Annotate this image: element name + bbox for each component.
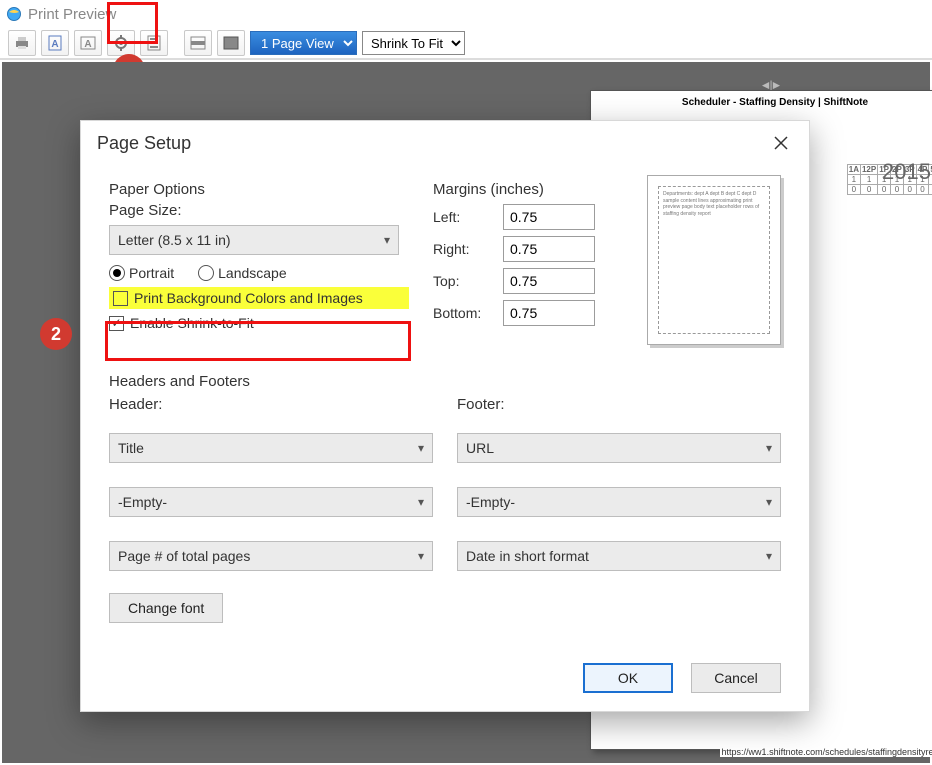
dialog-close-button[interactable] [769, 131, 793, 155]
landscape-radio[interactable]: Landscape [198, 265, 287, 281]
svg-text:A: A [51, 39, 58, 50]
header-1-select[interactable]: Title▾ [109, 433, 433, 463]
margin-top-label: Top: [433, 273, 493, 289]
margin-right-input[interactable] [503, 236, 595, 262]
headers-footers-label: Headers and Footers [109, 373, 781, 390]
header-3-select[interactable]: Page # of total pages▾ [109, 541, 433, 571]
chevron-down-icon: ▾ [766, 441, 772, 455]
svg-text:A: A [84, 39, 91, 50]
ie-icon [6, 6, 22, 22]
fullpage-icon [223, 36, 239, 50]
full-width-button[interactable] [184, 30, 212, 56]
preview-header: Scheduler - Staffing Density | ShiftNote [591, 91, 932, 114]
page-view-select[interactable]: 1 Page View [250, 31, 357, 55]
footer-label: Footer: [457, 396, 781, 413]
page-size-select[interactable]: Letter (8.5 x 11 in) ▾ [109, 225, 399, 255]
margin-left-input[interactable] [503, 204, 595, 230]
ok-button[interactable]: OK [583, 663, 673, 693]
portrait-button[interactable]: A [41, 30, 69, 56]
change-font-button[interactable]: Change font [109, 593, 223, 623]
margin-left-label: Left: [433, 209, 493, 225]
print-button[interactable] [8, 30, 36, 56]
callout-box-1 [107, 2, 158, 44]
full-page-button[interactable] [217, 30, 245, 56]
chevron-down-icon: ▾ [418, 549, 424, 563]
preview-footer-url: https://ww1.shiftnote.com/schedules/staf… [720, 747, 932, 757]
paper-options-label: Paper Options [109, 181, 409, 198]
callout-badge-2: 2 [40, 318, 72, 350]
print-bg-row: Print Background Colors and Images [109, 287, 409, 309]
header-label: Header: [109, 396, 433, 413]
preview-year: 2015 [882, 159, 931, 185]
chevron-down-icon: ▾ [766, 549, 772, 563]
footer-3-select[interactable]: Date in short format▾ [457, 541, 781, 571]
margin-bottom-input[interactable] [503, 300, 595, 326]
margins-label: Margins (inches) [433, 181, 623, 198]
printer-icon [14, 36, 30, 50]
landscape-button[interactable]: A [74, 30, 102, 56]
cancel-button[interactable]: Cancel [691, 663, 781, 693]
portrait-radio[interactable]: Portrait [109, 265, 174, 281]
margin-top-input[interactable] [503, 268, 595, 294]
page-size-label: Page Size: [109, 202, 409, 219]
fullwidth-icon [190, 36, 206, 50]
landscape-a-icon: A [80, 36, 96, 50]
window-title: Print Preview [28, 6, 116, 23]
margin-right-label: Right: [433, 241, 493, 257]
dialog-title: Page Setup [97, 133, 191, 154]
chevron-down-icon: ▾ [766, 495, 772, 509]
shrink-to-fit-select[interactable]: Shrink To Fit [362, 31, 465, 55]
close-icon [774, 136, 788, 150]
portrait-a-icon: A [48, 35, 62, 51]
callout-box-2 [105, 321, 411, 361]
chevron-down-icon: ▾ [418, 495, 424, 509]
header-2-select[interactable]: -Empty-▾ [109, 487, 433, 517]
separator [173, 30, 179, 56]
chevron-down-icon: ▾ [418, 441, 424, 455]
print-bg-label: Print Background Colors and Images [134, 290, 363, 306]
page-thumbnail: Departments: dept A dept B dept C dept D… [647, 175, 781, 345]
print-bg-checkbox[interactable] [113, 291, 128, 306]
margin-bottom-label: Bottom: [433, 305, 493, 321]
page-setup-dialog: Page Setup Paper Options Page Size: Lett… [80, 120, 810, 712]
footer-2-select[interactable]: -Empty-▾ [457, 487, 781, 517]
footer-1-select[interactable]: URL▾ [457, 433, 781, 463]
chevron-down-icon: ▾ [384, 233, 390, 247]
